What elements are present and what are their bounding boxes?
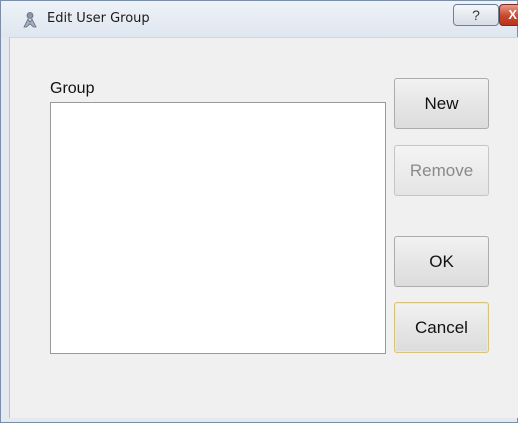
window-title: Edit User Group (47, 11, 150, 26)
remove-button[interactable]: Remove (394, 145, 489, 196)
cancel-button[interactable]: Cancel (394, 302, 489, 353)
group-label: Group (50, 80, 95, 97)
new-button[interactable]: New (394, 78, 489, 129)
ok-button[interactable]: OK (394, 236, 489, 287)
edit-user-group-dialog: Edit User Group ? X Group New Remove OK … (0, 0, 518, 423)
group-listbox[interactable] (50, 102, 386, 354)
close-button[interactable]: X (499, 4, 518, 26)
title-bar[interactable]: Edit User Group ? X (1, 1, 518, 37)
dialog-body: Group New Remove OK Cancel (9, 37, 518, 418)
help-button[interactable]: ? (453, 4, 499, 26)
user-group-icon (21, 11, 39, 29)
